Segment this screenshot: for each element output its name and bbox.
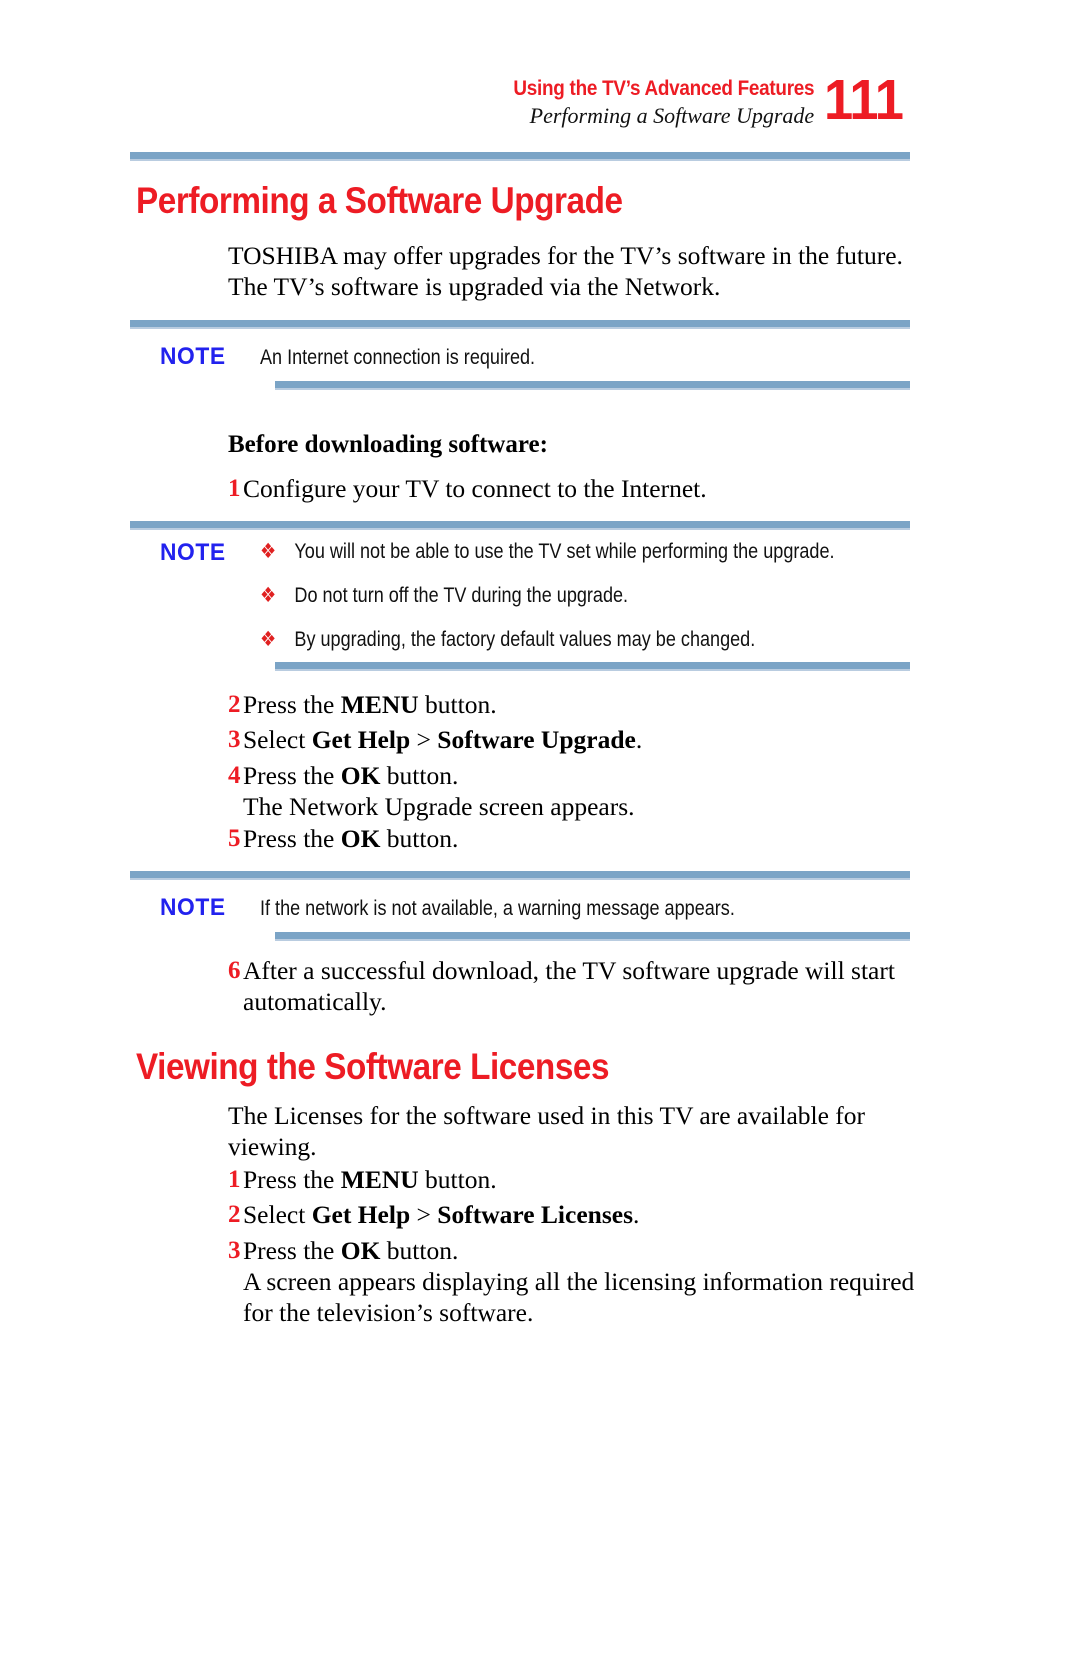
step-text-pre: Select (243, 1200, 312, 1229)
step-item: 3 Press the OK button. A screen appears d… (200, 1235, 918, 1328)
list-item: ❖ Do not turn off the TV during the upgr… (260, 582, 835, 609)
step-text-emphasis: OK (340, 824, 381, 853)
note3-rule-bottom (275, 932, 910, 941)
step-number: 6 (228, 957, 241, 984)
step-text-post: button. (380, 824, 459, 853)
step-item: 2 Press the MENU button. (200, 689, 918, 720)
bullet-text: Do not turn off the TV during the upgrad… (294, 584, 629, 607)
manual-page: Using the TV’s Advanced Features Perform… (0, 0, 1080, 1657)
note-block-network-unavailable: NOTE If the network is not available, a … (160, 893, 920, 923)
step-text: Press the OK button. (240, 823, 918, 854)
note1-rule-bottom (275, 381, 910, 390)
step-text-pre: Press the (243, 690, 341, 719)
step-item: 4 Press the OK button. The Network Upgrad… (200, 760, 918, 822)
note-label: NOTE (160, 894, 226, 921)
step-text-pre: Press the (243, 824, 341, 853)
bullet-list: ❖ You will not be able to use the TV set… (260, 538, 835, 653)
diamond-bullet-icon: ❖ (260, 627, 277, 651)
step-number: 1 (228, 475, 241, 502)
note-text: An Internet connection is required. (260, 346, 536, 369)
step-text-pre: Press the (243, 761, 341, 790)
step-text-emphasis: OK (340, 761, 381, 790)
step-text: After a successful download, the TV soft… (243, 956, 895, 1016)
bullet-text: By upgrading, the factory default values… (294, 628, 756, 651)
step-text: Select Get Help > Software Upgrade. (240, 724, 918, 755)
running-head-texts: Using the TV’s Advanced Features Perform… (480, 72, 824, 129)
step-item: 5 Press the OK button. (200, 823, 918, 854)
step-text-post: button. (380, 761, 459, 790)
step-text-emphasis: OK (340, 1236, 381, 1265)
step-item: 1 Press the MENU button. (200, 1164, 918, 1195)
step-number: 1 (228, 1166, 241, 1193)
note-bullet-list: ❖ You will not be able to use the TV set… (260, 538, 835, 653)
header-rule (130, 152, 910, 161)
step-text: Press the OK button. A screen appears dis… (240, 1235, 918, 1328)
step-text: Press the OK button. The Network Upgrade … (240, 760, 918, 822)
note-label: NOTE (160, 343, 226, 370)
step-item: 1 Configure your TV to connect to the In… (200, 473, 918, 504)
step-number: 2 (228, 1201, 241, 1228)
note-block-internet-connection: NOTE An Internet connection is required. (160, 342, 920, 372)
step-text-post: button. (418, 1165, 497, 1194)
list-item: ❖ By upgrading, the factory default valu… (260, 626, 835, 653)
step-text-emphasis: Get Help (311, 1200, 411, 1229)
step-item: 2 Select Get Help > Software Licenses. (200, 1199, 918, 1230)
step-number: 5 (228, 825, 241, 852)
step-item: 6 After a successful download, the TV so… (200, 955, 918, 1017)
step-text: Press the MENU button. (240, 689, 918, 720)
note1-rule-top (130, 320, 910, 329)
step-text-emphasis: Get Help (311, 725, 411, 754)
note2-rule-top (130, 521, 910, 530)
note2-rule-bottom (275, 662, 910, 671)
step-text-separator: > (410, 725, 438, 754)
subheading-before-downloading-software: Before downloading software: (228, 431, 548, 458)
step-number: 3 (228, 1237, 241, 1264)
bullet-text: You will not be able to use the TV set w… (294, 540, 835, 563)
step-text: Select Get Help > Software Licenses. (240, 1199, 918, 1230)
step-text-extra: A screen appears displaying all the lice… (243, 1267, 915, 1327)
step-item: 3 Select Get Help > Software Upgrade. (200, 724, 918, 755)
diamond-bullet-icon: ❖ (260, 539, 277, 563)
step-text-pre: Press the (243, 1165, 341, 1194)
step-text: Press the MENU button. (240, 1164, 918, 1195)
section-intro-paragraph: The Licenses for the software used in th… (228, 1101, 866, 1161)
step-text-emphasis-2: Software Upgrade (437, 725, 636, 754)
step-number: 2 (228, 691, 241, 718)
step-text: Configure your TV to connect to the Inte… (243, 474, 707, 503)
running-head-subtitle: Performing a Software Upgrade (529, 103, 815, 128)
step-text-emphasis: MENU (340, 1165, 419, 1194)
step-text-post: button. (380, 1236, 459, 1265)
note3-rule-top (130, 871, 910, 880)
section-heading-viewing-the-software-licenses: Viewing the Software Licenses (136, 1046, 610, 1087)
section-heading-performing-a-software-upgrade: Performing a Software Upgrade (136, 180, 623, 221)
step-number: 3 (228, 726, 241, 753)
list-item: ❖ You will not be able to use the TV set… (260, 538, 835, 565)
step-text-emphasis-2: Software Licenses (437, 1200, 633, 1229)
step-text-emphasis: MENU (340, 690, 419, 719)
step-text-pre: Press the (243, 1236, 341, 1265)
section-intro-paragraph: TOSHIBA may offer upgrades for the TV’s … (228, 241, 903, 301)
step-text-post: . (635, 725, 643, 754)
running-head: Using the TV’s Advanced Features Perform… (130, 72, 910, 129)
step-text-separator: > (410, 1200, 438, 1229)
diamond-bullet-icon: ❖ (260, 583, 277, 607)
note-text: If the network is not available, a warni… (260, 897, 735, 920)
running-head-title: Using the TV’s Advanced Features (513, 77, 815, 100)
step-text-extra: The Network Upgrade screen appears. (243, 792, 635, 821)
note-block-upgrade-warnings: NOTE ❖ You will not be able to use the T… (160, 538, 920, 653)
step-text-post: . (633, 1200, 640, 1229)
page-number: 111 (824, 68, 904, 132)
step-number: 4 (228, 762, 241, 789)
step-text-post: button. (418, 690, 497, 719)
step-text-pre: Select (243, 725, 312, 754)
note-label: NOTE (160, 539, 226, 566)
